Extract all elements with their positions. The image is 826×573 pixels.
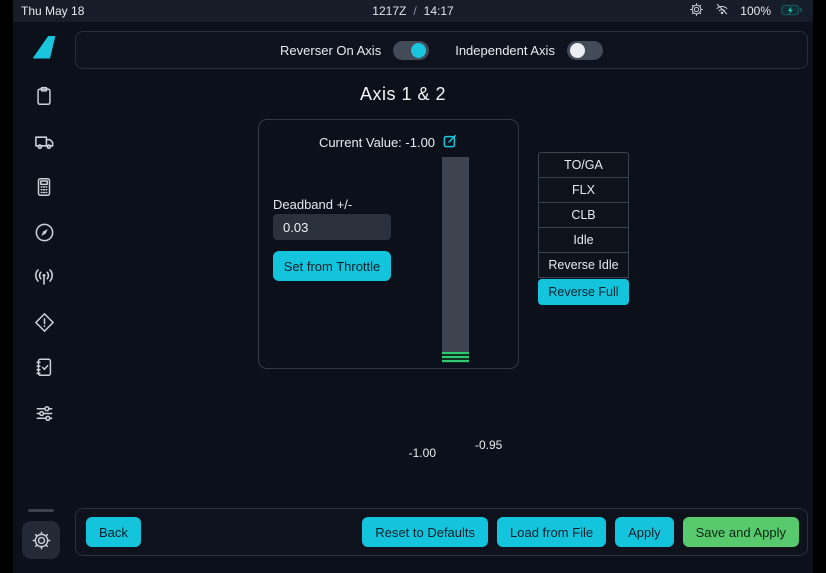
deadband-input[interactable] (273, 214, 391, 240)
back-button[interactable]: Back (86, 517, 141, 547)
wifi-off-icon (714, 2, 730, 20)
compass-icon[interactable] (32, 220, 56, 244)
detent-toga[interactable]: TO/GA (538, 152, 629, 178)
reverser-on-axis-toggle[interactable] (393, 41, 429, 60)
battery-percent: 100% (740, 4, 771, 18)
detent-reverse-idle[interactable]: Reverse Idle (538, 252, 629, 278)
detent-idle[interactable]: Idle (538, 227, 629, 253)
gear-icon (31, 530, 52, 551)
axis-calibration-panel: Current Value: -1.00 Deadband +/- Set fr… (258, 119, 519, 369)
status-time-local: 14:17 (424, 4, 454, 18)
edit-icon[interactable] (442, 133, 458, 152)
set-from-throttle-button[interactable]: Set from Throttle (273, 251, 391, 281)
bar-min-label: -1.00 (392, 446, 436, 460)
detent-list: TO/GA FLX CLB Idle Reverse Idle Reverse … (538, 152, 629, 305)
save-and-apply-button[interactable]: Save and Apply (683, 517, 799, 547)
sidebar-item-settings[interactable] (22, 521, 60, 559)
deadband-label: Deadband +/- (273, 197, 352, 212)
warning-diamond-icon[interactable] (32, 310, 56, 334)
load-from-file-button[interactable]: Load from File (497, 517, 606, 547)
independent-axis-label: Independent Axis (455, 43, 555, 58)
truck-icon[interactable] (32, 129, 56, 153)
status-time-utc: 1217Z (372, 4, 406, 18)
checklist-icon[interactable] (32, 355, 56, 379)
battery-charging-icon (781, 3, 803, 20)
reset-to-defaults-button[interactable]: Reset to Defaults (362, 517, 488, 547)
detent-flx[interactable]: FLX (538, 177, 629, 203)
current-value-label: Current Value: -1.00 (319, 135, 435, 150)
sidebar-divider (28, 509, 54, 512)
app-window: Reverser On Axis Independent Axis Axis 1… (13, 22, 813, 573)
status-bar: Thu May 18 1217Z/14:17 100% (13, 0, 813, 22)
apply-button[interactable]: Apply (615, 517, 674, 547)
detent-clb[interactable]: CLB (538, 202, 629, 228)
clipboard-icon[interactable] (32, 84, 56, 108)
axis-options-bar: Reverser On Axis Independent Axis (75, 31, 808, 69)
independent-axis-toggle[interactable] (567, 41, 603, 60)
calculator-icon[interactable] (32, 175, 56, 199)
gear-icon[interactable] (689, 2, 704, 20)
bar-deadband-top-label: -0.95 (475, 438, 502, 452)
status-time-separator: / (406, 4, 423, 18)
detent-reverse-full[interactable]: Reverse Full (538, 279, 629, 305)
antenna-icon[interactable] (32, 265, 56, 289)
deadband-zone (442, 352, 469, 363)
reverser-on-axis-label: Reverser On Axis (280, 43, 381, 58)
footer-bar: Back Reset to Defaults Load from File Ap… (75, 508, 808, 556)
axis-value-bar (442, 157, 469, 363)
app-logo[interactable] (32, 35, 56, 59)
page-title: Axis 1 & 2 (263, 84, 543, 105)
sidebar-nav (13, 22, 75, 573)
sliders-icon[interactable] (32, 401, 56, 425)
